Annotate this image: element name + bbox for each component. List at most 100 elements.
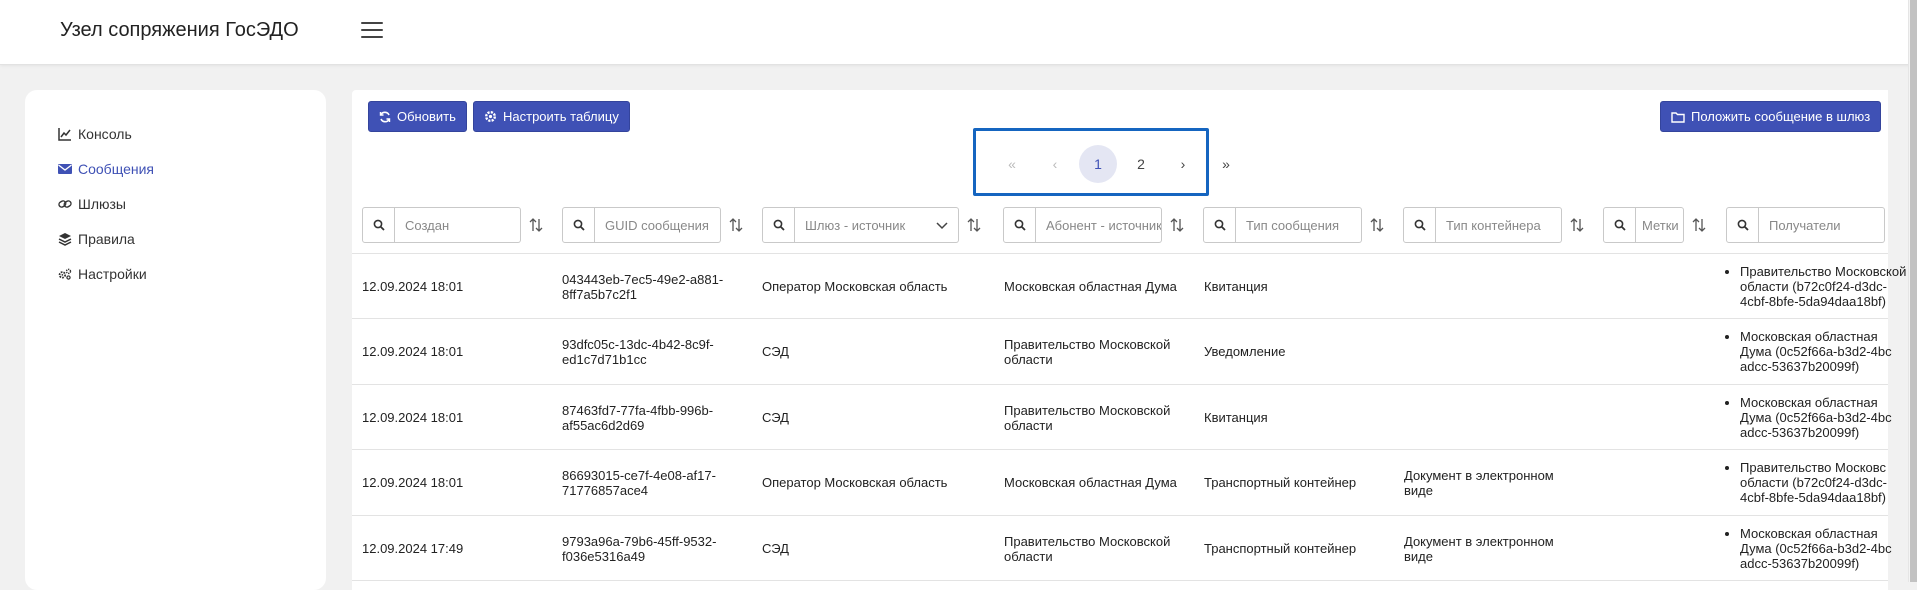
sort-icon[interactable] [1570,217,1584,233]
recipient-line: области (b72c0f24-d3dc- [1740,475,1887,490]
refresh-button[interactable]: Обновить [368,101,467,132]
search-icon[interactable] [562,207,595,243]
search-icon[interactable] [1403,207,1436,243]
row-divider [352,580,1888,581]
created-cell: 12.09.2024 18:01 [362,475,464,490]
created-cell: 12.09.2024 18:01 [362,279,464,294]
sidebar-item-messages[interactable]: Сообщения [58,159,154,179]
page-scrollbar[interactable] [1908,0,1917,582]
message-type-cell: Квитанция [1204,410,1268,425]
link-icon [58,197,72,211]
put-message-button[interactable]: Положить сообщение в шлюз [1660,101,1882,132]
sidebar-item-console[interactable]: Консоль [58,124,132,144]
message-type-cell: Уведомление [1204,344,1286,359]
sidebar-item-gateways[interactable]: Шлюзы [58,194,126,214]
recipient-line: 4cbf-8bfe-5da94daa18bf) [1740,490,1887,505]
filter-tags: Метки [1603,207,1706,243]
app-title: Узел сопряжения ГосЭДО [60,19,299,41]
created-cell: 12.09.2024 17:49 [362,541,464,556]
gateway-cell: Оператор Московская область [762,279,948,294]
chevron-down-icon [936,218,948,233]
sort-icon[interactable] [1692,217,1706,233]
subscriber-line: области [1004,352,1053,367]
sidebar-item-rules[interactable]: Правила [58,229,135,249]
container-line: Документ в электронном [1404,534,1554,549]
gateway-source-select-value: Шлюз - источник [805,217,906,233]
gateway-source-select[interactable]: Шлюз - источник [795,207,959,243]
row-divider [352,253,1888,254]
configure-table-button[interactable]: Настроить таблицу [473,101,630,132]
search-icon[interactable] [1003,207,1036,243]
guid-cell: 9793a96a-79b6-45ff-9532- f036e5316a49 [562,534,716,564]
container-type-filter-input[interactable]: Тип контейнера [1436,207,1562,243]
sort-icon[interactable] [729,217,743,233]
subscriber-line: Московская областная Дума [1004,475,1177,490]
filter-message-type: Тип сообщения [1203,207,1384,243]
subscriber-line: области [1004,549,1053,564]
filter-container-type: Тип контейнера [1403,207,1584,243]
search-icon[interactable] [1203,207,1236,243]
search-icon[interactable] [1603,207,1636,243]
first-page-button[interactable]: « [993,145,1031,183]
subscriber-source-filter-input[interactable]: Абонент - источник [1036,207,1162,243]
subscriber-cell: Московская областная Дума [1004,279,1177,294]
guid-line: 9793a96a-79b6-45ff-9532- [562,534,717,549]
recipient-line: adcc-53637b20099f) [1740,425,1860,440]
container-line: Документ в электронном [1404,468,1554,483]
messages-panel: Обновить Настроить таблицу Положить сооб… [352,90,1906,590]
message-type-filter-input[interactable]: Тип сообщения [1236,207,1362,243]
guid-filter-input[interactable]: GUID сообщения [595,207,721,243]
search-icon[interactable] [762,207,795,243]
refresh-icon [379,111,391,123]
subscriber-cell: Правительство Московской области [1004,534,1170,564]
guid-cell: 93dfc05c-13dc-4b42-8c9f-ed1c7d71b1cc [562,337,714,367]
cogs-icon [58,267,72,281]
last-page-button[interactable]: » [1207,145,1245,183]
guid-line: 93dfc05c-13dc-4b42-8c9f- [562,337,714,352]
page-2-button[interactable]: 2 [1122,145,1160,183]
recipient-line: Дума (0c52f66a-b3d2-4bc [1740,410,1892,425]
gateway-cell: СЭД [762,541,789,556]
filter-subscriber-source: Абонент - источник [1003,207,1184,243]
guid-line: 8ff7a5b7c2f1 [562,287,637,302]
layers-icon [58,232,72,246]
container-line: виде [1404,483,1433,498]
menu-icon[interactable] [361,22,383,40]
filter-guid: GUID сообщения [562,207,743,243]
sidebar-item-settings[interactable]: Настройки [58,264,147,284]
sidebar-item-label: Консоль [78,126,132,142]
guid-line: 87463fd7-77fa-4fbb-996b- [562,403,714,418]
sort-icon[interactable] [1370,217,1384,233]
scrollbar-thumb[interactable] [1910,0,1917,582]
created-filter-input[interactable]: Создан [395,207,521,243]
row-divider [352,318,1888,319]
filter-created: Создан [362,207,543,243]
guid-cell: 87463fd7-77fa-4fbb-996b-af55ac6d2d69 [562,403,713,433]
recipient-line: Московская областная [1740,329,1878,344]
sidebar-item-label: Сообщения [78,161,154,177]
next-page-button[interactable]: › [1164,145,1202,183]
gateway-cell: Оператор Московская область [762,475,948,490]
envelope-icon [58,162,72,176]
sort-icon[interactable] [1170,217,1184,233]
search-icon[interactable] [1726,207,1759,243]
sort-icon[interactable] [529,217,543,233]
subscriber-cell: Правительство Московской области [1004,337,1170,367]
sort-icon[interactable] [967,217,981,233]
tags-filter-input[interactable]: Метки [1636,207,1684,243]
recipients-cell: Правительство Московскойобласти (b72c0f2… [1726,264,1906,309]
page-1-button[interactable]: 1 [1079,145,1117,183]
message-type-cell: Транспортный контейнер [1204,541,1357,556]
search-icon[interactable] [362,207,395,243]
recipient-line: Правительство Московс [1740,460,1887,475]
subscriber-line: области [1004,418,1053,433]
container-type-cell: Документ в электронном виде [1404,534,1554,564]
recipient-line: области (b72c0f24-d3dc- [1740,279,1887,294]
filter-gateway-source: Шлюз - источник [762,207,981,243]
message-type-cell: Транспортный контейнер [1204,475,1357,490]
recipients-filter-input[interactable]: Получатели [1759,207,1885,243]
prev-page-button[interactable]: ‹ [1036,145,1074,183]
guid-cell: 043443eb-7ec5-49e2-a881- 8ff7a5b7c2f1 [562,272,723,302]
created-cell: 12.09.2024 18:01 [362,410,464,425]
recipient-line: adcc-53637b20099f) [1740,556,1860,571]
